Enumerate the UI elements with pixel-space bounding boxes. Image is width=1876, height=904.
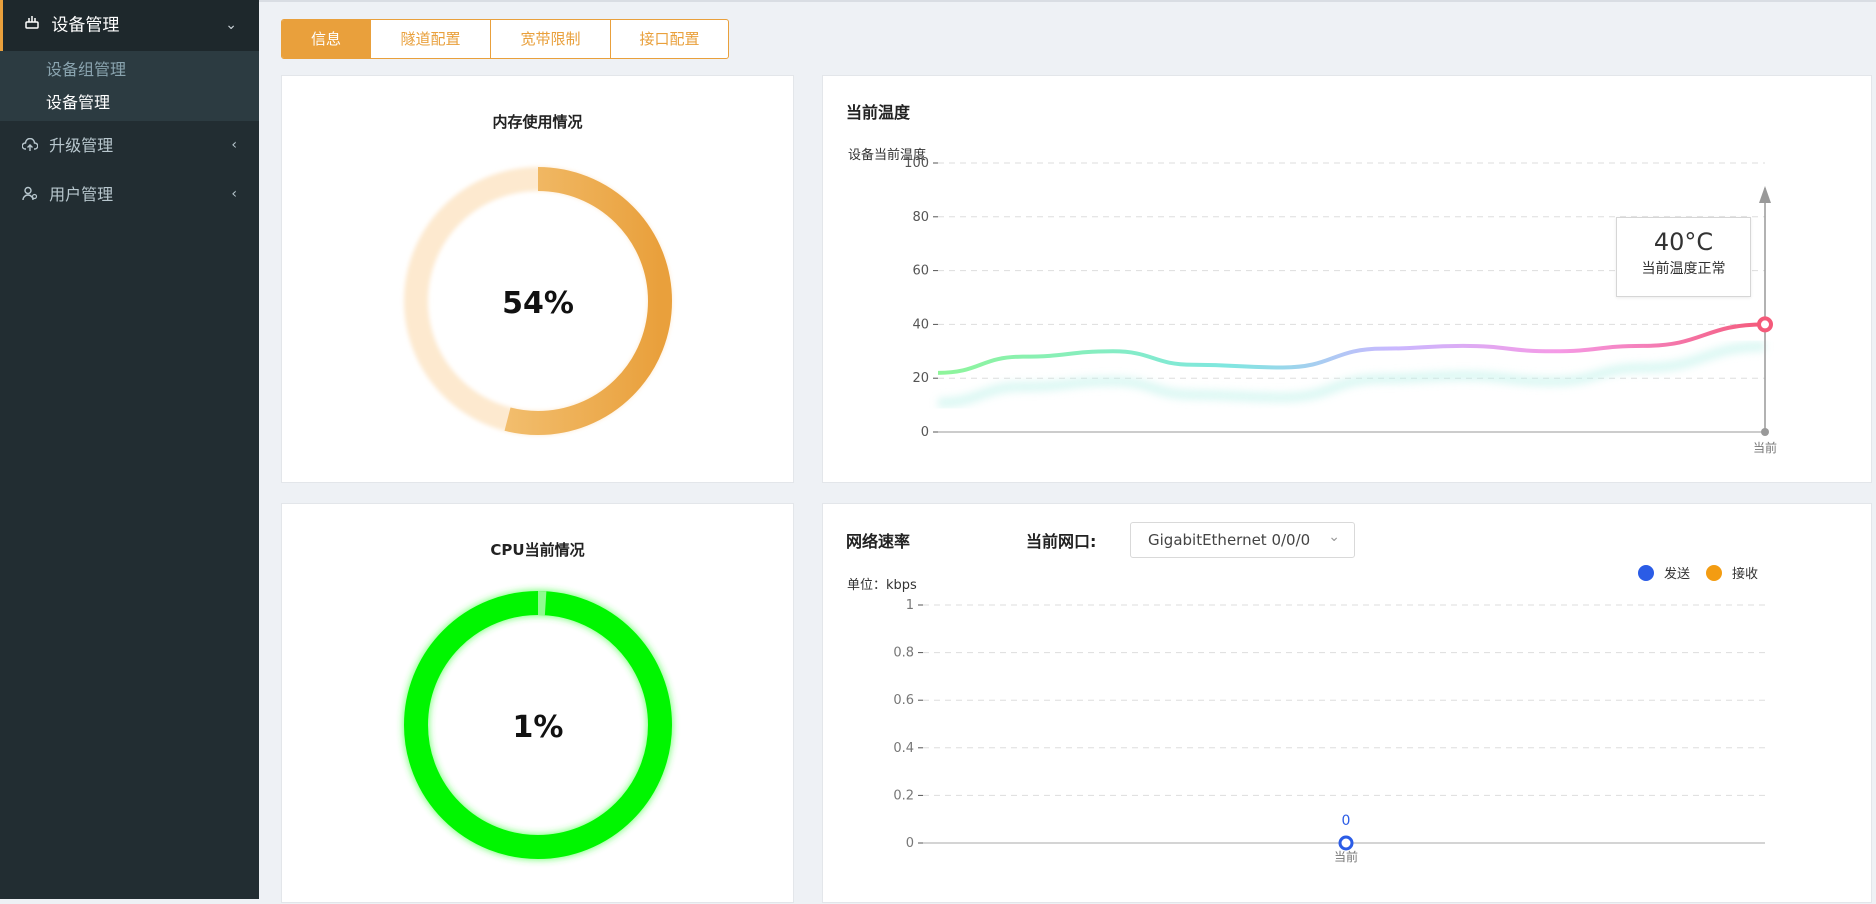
y-tick-label: 0.2 bbox=[893, 788, 914, 803]
temperature-tooltip-value: 40°C bbox=[1653, 228, 1714, 256]
sidebar-item-device-group[interactable]: 设备组管理 bbox=[0, 53, 259, 86]
top-divider bbox=[259, 0, 1876, 2]
cpu-title: CPU当前情况 bbox=[490, 541, 585, 559]
temperature-x-label: 当前 bbox=[1753, 440, 1777, 455]
tab-info[interactable]: 信息 bbox=[282, 20, 370, 58]
y-tick-label: 0 bbox=[906, 836, 914, 851]
memory-title: 内存使用情况 bbox=[492, 113, 583, 131]
cloud-upload-icon bbox=[21, 122, 40, 171]
network-send-point bbox=[1338, 835, 1354, 851]
device-icon bbox=[24, 0, 42, 51]
chevron-left-icon: ‹ bbox=[231, 137, 237, 153]
memory-value: 54% bbox=[502, 286, 574, 321]
y-tick-label: 1 bbox=[906, 598, 914, 613]
cpu-value: 1% bbox=[513, 710, 564, 745]
network-x-label: 当前 bbox=[1334, 849, 1358, 864]
y-tick-label: 100 bbox=[904, 156, 929, 171]
nav-group-upgrade-management[interactable]: 升级管理 ‹ bbox=[0, 121, 259, 170]
sidebar: 设备管理 ⌄ 设备组管理 设备管理 升级管理 ‹ 用户管理 ‹ bbox=[0, 0, 259, 899]
y-tick-label: 40 bbox=[912, 317, 929, 332]
user-icon bbox=[22, 171, 40, 220]
nav-group-label: 设备管理 bbox=[51, 15, 120, 36]
y-tick-label: 60 bbox=[912, 264, 929, 279]
memory-gauge: 54% bbox=[404, 167, 672, 435]
nav-group-device-management[interactable]: 设备管理 ⌄ bbox=[0, 0, 259, 51]
network-panel: 网络速率 当前网口: GigabitEthernet 0/0/0 ⌄ 单位：kb… bbox=[822, 503, 1872, 903]
memory-panel: 内存使用情况 54% bbox=[281, 75, 794, 483]
chevron-left-icon: ‹ bbox=[231, 186, 237, 202]
nav-group-user-management[interactable]: 用户管理 ‹ bbox=[0, 170, 259, 219]
chevron-down-icon: ⌄ bbox=[225, 17, 237, 33]
y-tick-label: 0 bbox=[921, 425, 929, 440]
nav-group-label: 升级管理 bbox=[49, 136, 114, 155]
x-axis-end-dot bbox=[1761, 428, 1769, 436]
cpu-panel: CPU当前情况 1% bbox=[281, 503, 794, 903]
network-chart: 0 0.2 0.4 0.6 0.8 1 0 当前 bbox=[893, 598, 1765, 864]
network-point-label: 0 bbox=[1342, 813, 1351, 829]
tab-bar: 信息 隧道配置 宽带限制 接口配置 bbox=[281, 19, 729, 59]
y-tick-label: 80 bbox=[912, 210, 929, 225]
temperature-point bbox=[1757, 316, 1773, 333]
submenu: 设备组管理 设备管理 bbox=[0, 51, 259, 121]
nav-group-label: 用户管理 bbox=[49, 185, 114, 204]
temperature-panel: 当前温度 设备当前温度 0 20 40 60 80 100 当前 40°C 当前温度正常 bbox=[822, 75, 1872, 483]
sidebar-item-device[interactable]: 设备管理 bbox=[0, 86, 259, 119]
temperature-tooltip: 40°C 当前温度正常 bbox=[1616, 217, 1751, 297]
tab-interface-config[interactable]: 接口配置 bbox=[610, 20, 728, 58]
y-tick-label: 0.4 bbox=[893, 741, 914, 756]
y-tick-label: 20 bbox=[912, 371, 929, 386]
arrow-up-icon bbox=[1759, 186, 1771, 203]
tab-tunnel-config[interactable]: 隧道配置 bbox=[370, 20, 490, 58]
y-tick-label: 0.8 bbox=[893, 646, 914, 661]
cpu-gauge: 1% bbox=[404, 591, 672, 859]
temperature-tooltip-text: 当前温度正常 bbox=[1641, 261, 1726, 277]
tab-bandwidth-limit[interactable]: 宽带限制 bbox=[490, 20, 610, 58]
y-tick-label: 0.6 bbox=[893, 693, 914, 708]
